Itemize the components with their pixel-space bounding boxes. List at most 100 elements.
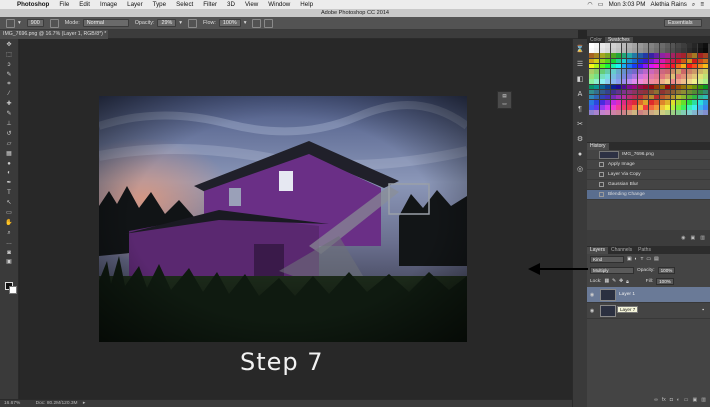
- swatch-chip[interactable]: [654, 53, 660, 58]
- swatch-chip[interactable]: [594, 79, 600, 84]
- swatch-chip[interactable]: [681, 68, 687, 74]
- swatch-chip[interactable]: [648, 105, 654, 110]
- swatch-chip[interactable]: [621, 68, 627, 74]
- swatch-chip[interactable]: [697, 48, 703, 53]
- blend-mode-select[interactable]: Multiply: [590, 267, 634, 274]
- swatch-chip[interactable]: [589, 63, 594, 69]
- swatch-chip[interactable]: [692, 58, 698, 64]
- swatch-chip[interactable]: [654, 79, 660, 84]
- swatch-chip[interactable]: [637, 63, 643, 69]
- swatch-chip[interactable]: [670, 48, 676, 53]
- swatch-chip[interactable]: [697, 100, 703, 105]
- swatch-chip[interactable]: [599, 89, 605, 95]
- swatch-chip[interactable]: [599, 48, 605, 53]
- filter-pixel-icon[interactable]: ▣: [627, 257, 632, 262]
- swatch-chip[interactable]: [681, 58, 687, 64]
- swatch-chip[interactable]: [681, 84, 687, 90]
- swatch-chip[interactable]: [621, 63, 627, 69]
- swatch-chip[interactable]: [616, 79, 622, 84]
- swatch-chip[interactable]: [654, 110, 660, 116]
- swatch-chip[interactable]: [621, 58, 627, 64]
- swatch-chip[interactable]: [670, 84, 676, 90]
- swatch-chip[interactable]: [599, 110, 605, 116]
- gradient-tool-icon[interactable]: ▦: [4, 151, 15, 158]
- swatch-chip[interactable]: [621, 105, 627, 110]
- swatch-chip[interactable]: [627, 79, 632, 84]
- swatch-chip[interactable]: [637, 100, 643, 105]
- swatch-chip[interactable]: [670, 105, 676, 110]
- swatch-chip[interactable]: [643, 53, 649, 58]
- swatch-chip[interactable]: [654, 58, 660, 64]
- swatch-chip[interactable]: [697, 63, 703, 69]
- swatch-chip[interactable]: [594, 63, 600, 69]
- brush-tool-icon[interactable]: ✎: [4, 111, 15, 118]
- swatch-chip[interactable]: [675, 84, 681, 90]
- swatch-chip[interactable]: [605, 74, 611, 79]
- history-snapshot[interactable]: IMG_7696.png: [587, 150, 710, 160]
- swatch-chip[interactable]: [681, 100, 687, 105]
- menu-file[interactable]: File: [54, 1, 74, 8]
- swatch-chip[interactable]: [670, 53, 676, 58]
- swatch-chip[interactable]: [703, 105, 708, 110]
- brush-tool-icon[interactable]: [6, 18, 15, 28]
- opacity-field[interactable]: 29%: [157, 19, 177, 27]
- swatch-chip[interactable]: [665, 58, 670, 64]
- swatch-chip[interactable]: [599, 63, 605, 69]
- swatch-chip[interactable]: [648, 74, 654, 79]
- swatch-chip[interactable]: [621, 84, 627, 90]
- swatch-chip[interactable]: [686, 58, 692, 64]
- swatch-chip[interactable]: [686, 48, 692, 53]
- brush-presets-icon[interactable]: ●: [576, 150, 585, 159]
- swatch-chip[interactable]: [637, 53, 643, 58]
- swatch-chip[interactable]: [697, 43, 703, 48]
- swatch-chip[interactable]: [599, 94, 605, 100]
- swatch-chip[interactable]: [610, 84, 616, 90]
- swatch-chip[interactable]: [627, 48, 632, 53]
- swatch-chip[interactable]: [643, 68, 649, 74]
- history-item[interactable]: Gaussian Blur: [587, 180, 710, 190]
- brush-panel-icon[interactable]: [49, 18, 59, 28]
- swatch-chip[interactable]: [697, 89, 703, 95]
- swatch-chip[interactable]: [681, 53, 687, 58]
- swatch-chip[interactable]: [599, 84, 605, 90]
- hand-tool-icon[interactable]: ✋: [4, 220, 15, 227]
- crop-tool-icon[interactable]: ⌗: [4, 81, 15, 88]
- swatch-chip[interactable]: [703, 100, 708, 105]
- swatch-chip[interactable]: [643, 94, 649, 100]
- swatch-chip[interactable]: [610, 105, 616, 110]
- swatch-chip[interactable]: [589, 48, 594, 53]
- swatch-chip[interactable]: [589, 58, 594, 64]
- swatch-chip[interactable]: [610, 68, 616, 74]
- swatches-grid[interactable]: [589, 43, 708, 116]
- swatch-chip[interactable]: [648, 100, 654, 105]
- swatch-chip[interactable]: [610, 100, 616, 105]
- swatch-chip[interactable]: [632, 74, 638, 79]
- pen-tool-icon[interactable]: ✒: [4, 180, 15, 187]
- swatch-chip[interactable]: [610, 74, 616, 79]
- swatch-chip[interactable]: [616, 74, 622, 79]
- user-name[interactable]: Alethia Rains: [650, 1, 686, 8]
- swatch-chip[interactable]: [697, 110, 703, 116]
- swatch-chip[interactable]: [665, 84, 670, 90]
- swatch-chip[interactable]: [616, 63, 622, 69]
- swatch-chip[interactable]: [692, 53, 698, 58]
- menu-view[interactable]: View: [240, 1, 263, 8]
- swatch-chip[interactable]: [675, 89, 681, 95]
- swatch-chip[interactable]: [594, 43, 600, 48]
- new-group-icon[interactable]: ▭: [684, 397, 689, 403]
- swatch-chip[interactable]: [637, 110, 643, 116]
- swatch-chip[interactable]: [703, 58, 708, 64]
- swatch-chip[interactable]: [686, 53, 692, 58]
- history-item[interactable]: Layer Via Copy: [587, 170, 710, 180]
- swatch-chip[interactable]: [594, 105, 600, 110]
- swatch-chip[interactable]: [594, 74, 600, 79]
- swatch-chip[interactable]: [605, 89, 611, 95]
- visibility-eye-icon[interactable]: ◉: [587, 292, 597, 298]
- swatch-chip[interactable]: [616, 53, 622, 58]
- swatch-chip[interactable]: [659, 68, 665, 74]
- menu-layer[interactable]: Layer: [122, 1, 147, 8]
- swatch-chip[interactable]: [632, 100, 638, 105]
- swatch-chip[interactable]: [627, 89, 632, 95]
- dodge-tool-icon[interactable]: ◐: [4, 170, 15, 177]
- swatch-chip[interactable]: [692, 89, 698, 95]
